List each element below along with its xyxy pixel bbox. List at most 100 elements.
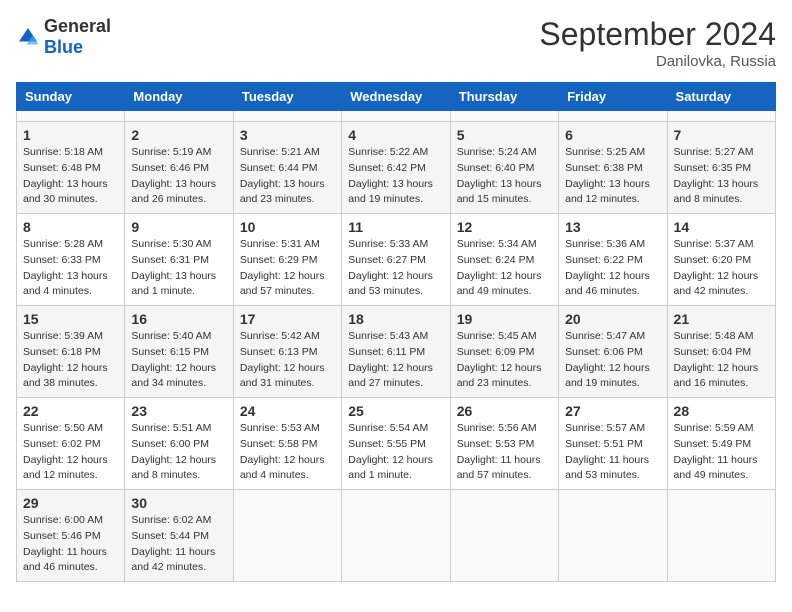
calendar-cell — [450, 111, 558, 122]
day-number: 14 — [674, 219, 769, 235]
calendar-cell: 12Sunrise: 5:34 AMSunset: 6:24 PMDayligh… — [450, 214, 558, 306]
calendar-cell: 29 Sunrise: 6:00 AMSunset: 5:46 PMDayligh… — [17, 490, 125, 582]
day-info: Sunrise: 5:37 AMSunset: 6:20 PMDaylight:… — [674, 237, 769, 300]
day-info: Sunrise: 5:21 AMSunset: 6:44 PMDaylight:… — [240, 145, 335, 208]
calendar-cell: 30 Sunrise: 6:02 AMSunset: 5:44 PMDayligh… — [125, 490, 233, 582]
calendar-week-2: 1 Sunrise: 5:18 AMSunset: 6:48 PMDaylight… — [17, 122, 776, 214]
day-number: 16 — [131, 311, 226, 327]
day-info: Sunrise: 5:50 AMSunset: 6:02 PMDaylight:… — [23, 421, 118, 484]
calendar-cell: 27Sunrise: 5:57 AMSunset: 5:51 PMDayligh… — [559, 398, 667, 490]
weekday-header-sunday: Sunday — [17, 83, 125, 111]
calendar-cell: 6 Sunrise: 5:25 AMSunset: 6:38 PMDaylight… — [559, 122, 667, 214]
weekday-header-wednesday: Wednesday — [342, 83, 450, 111]
day-number: 28 — [674, 403, 769, 419]
day-info: Sunrise: 5:40 AMSunset: 6:15 PMDaylight:… — [131, 329, 226, 392]
day-info: Sunrise: 5:28 AMSunset: 6:33 PMDaylight:… — [23, 237, 118, 300]
month-title: September 2024 — [539, 16, 776, 53]
calendar-week-5: 22 Sunrise: 5:50 AMSunset: 6:02 PMDayligh… — [17, 398, 776, 490]
calendar-cell: 4 Sunrise: 5:22 AMSunset: 6:42 PMDaylight… — [342, 122, 450, 214]
day-info: Sunrise: 5:31 AMSunset: 6:29 PMDaylight:… — [240, 237, 335, 300]
day-info: Sunrise: 5:33 AMSunset: 6:27 PMDaylight:… — [348, 237, 443, 300]
calendar-cell: 17 Sunrise: 5:42 AMSunset: 6:13 PMDayligh… — [233, 306, 341, 398]
calendar-cell: 13Sunrise: 5:36 AMSunset: 6:22 PMDayligh… — [559, 214, 667, 306]
day-info: Sunrise: 5:48 AMSunset: 6:04 PMDaylight:… — [674, 329, 769, 392]
day-number: 6 — [565, 127, 660, 143]
day-number: 17 — [240, 311, 335, 327]
calendar-cell: 24Sunrise: 5:53 AMSunset: 5:58 PMDayligh… — [233, 398, 341, 490]
calendar-cell — [667, 490, 775, 582]
weekday-header-row: SundayMondayTuesdayWednesdayThursdayFrid… — [17, 83, 776, 111]
calendar-cell: 22 Sunrise: 5:50 AMSunset: 6:02 PMDayligh… — [17, 398, 125, 490]
calendar-cell: 7 Sunrise: 5:27 AMSunset: 6:35 PMDaylight… — [667, 122, 775, 214]
day-number: 21 — [674, 311, 769, 327]
calendar-cell: 15 Sunrise: 5:39 AMSunset: 6:18 PMDayligh… — [17, 306, 125, 398]
calendar-cell: 10 Sunrise: 5:31 AMSunset: 6:29 PMDayligh… — [233, 214, 341, 306]
location: Danilovka, Russia — [539, 53, 776, 70]
day-info: Sunrise: 6:00 AMSunset: 5:46 PMDaylight:… — [23, 513, 118, 576]
day-number: 19 — [457, 311, 552, 327]
day-number: 25 — [348, 403, 443, 419]
day-info: Sunrise: 5:22 AMSunset: 6:42 PMDaylight:… — [348, 145, 443, 208]
day-info: Sunrise: 5:25 AMSunset: 6:38 PMDaylight:… — [565, 145, 660, 208]
calendar-cell: 25 Sunrise: 5:54 AMSunset: 5:55 PMDayligh… — [342, 398, 450, 490]
weekday-header-tuesday: Tuesday — [233, 83, 341, 111]
logo-blue: Blue — [44, 37, 83, 57]
calendar-cell: 21 Sunrise: 5:48 AMSunset: 6:04 PMDayligh… — [667, 306, 775, 398]
page-header: General Blue September 2024 Danilovka, R… — [16, 16, 776, 70]
day-number: 18 — [348, 311, 443, 327]
day-number: 15 — [23, 311, 118, 327]
calendar-cell: 5 Sunrise: 5:24 AMSunset: 6:40 PMDaylight… — [450, 122, 558, 214]
day-info: Sunrise: 5:34 AMSunset: 6:24 PMDaylight:… — [457, 237, 552, 300]
day-info: Sunrise: 5:51 AMSunset: 6:00 PMDaylight:… — [131, 421, 226, 484]
calendar-cell: 26Sunrise: 5:56 AMSunset: 5:53 PMDayligh… — [450, 398, 558, 490]
day-info: Sunrise: 5:54 AMSunset: 5:55 PMDaylight:… — [348, 421, 443, 484]
weekday-header-thursday: Thursday — [450, 83, 558, 111]
calendar-week-4: 15 Sunrise: 5:39 AMSunset: 6:18 PMDayligh… — [17, 306, 776, 398]
day-number: 23 — [131, 403, 226, 419]
calendar-cell — [233, 490, 341, 582]
calendar-cell: 11 Sunrise: 5:33 AMSunset: 6:27 PMDayligh… — [342, 214, 450, 306]
day-number: 26 — [457, 403, 552, 419]
day-info: Sunrise: 5:57 AMSunset: 5:51 PMDaylight:… — [565, 421, 660, 484]
calendar-cell: 2 Sunrise: 5:19 AMSunset: 6:46 PMDaylight… — [125, 122, 233, 214]
logo-icon — [16, 25, 40, 49]
calendar-cell: 18Sunrise: 5:43 AMSunset: 6:11 PMDayligh… — [342, 306, 450, 398]
calendar-cell — [342, 490, 450, 582]
day-info: Sunrise: 5:59 AMSunset: 5:49 PMDaylight:… — [674, 421, 769, 484]
day-number: 22 — [23, 403, 118, 419]
day-info: Sunrise: 5:27 AMSunset: 6:35 PMDaylight:… — [674, 145, 769, 208]
day-info: Sunrise: 5:47 AMSunset: 6:06 PMDaylight:… — [565, 329, 660, 392]
logo-general: General — [44, 16, 111, 36]
day-number: 1 — [23, 127, 118, 143]
day-number: 20 — [565, 311, 660, 327]
day-number: 7 — [674, 127, 769, 143]
weekday-header-saturday: Saturday — [667, 83, 775, 111]
calendar-cell: 19Sunrise: 5:45 AMSunset: 6:09 PMDayligh… — [450, 306, 558, 398]
day-info: Sunrise: 5:19 AMSunset: 6:46 PMDaylight:… — [131, 145, 226, 208]
calendar-cell: 9Sunrise: 5:30 AMSunset: 6:31 PMDaylight… — [125, 214, 233, 306]
calendar-cell: 3Sunrise: 5:21 AMSunset: 6:44 PMDaylight… — [233, 122, 341, 214]
day-info: Sunrise: 5:18 AMSunset: 6:48 PMDaylight:… — [23, 145, 118, 208]
day-number: 29 — [23, 495, 118, 511]
day-number: 11 — [348, 219, 443, 235]
day-number: 30 — [131, 495, 226, 511]
day-info: Sunrise: 5:24 AMSunset: 6:40 PMDaylight:… — [457, 145, 552, 208]
day-info: Sunrise: 5:42 AMSunset: 6:13 PMDaylight:… — [240, 329, 335, 392]
day-number: 5 — [457, 127, 552, 143]
day-number: 24 — [240, 403, 335, 419]
day-number: 2 — [131, 127, 226, 143]
calendar-cell: 14 Sunrise: 5:37 AMSunset: 6:20 PMDayligh… — [667, 214, 775, 306]
calendar-cell — [342, 111, 450, 122]
weekday-header-friday: Friday — [559, 83, 667, 111]
calendar-cell: 28 Sunrise: 5:59 AMSunset: 5:49 PMDayligh… — [667, 398, 775, 490]
day-number: 10 — [240, 219, 335, 235]
calendar-week-3: 8Sunrise: 5:28 AMSunset: 6:33 PMDaylight… — [17, 214, 776, 306]
calendar-table: SundayMondayTuesdayWednesdayThursdayFrid… — [16, 82, 776, 582]
day-info: Sunrise: 5:39 AMSunset: 6:18 PMDaylight:… — [23, 329, 118, 392]
day-number: 4 — [348, 127, 443, 143]
day-info: Sunrise: 6:02 AMSunset: 5:44 PMDaylight:… — [131, 513, 226, 576]
calendar-week-6: 29 Sunrise: 6:00 AMSunset: 5:46 PMDayligh… — [17, 490, 776, 582]
title-block: September 2024 Danilovka, Russia — [539, 16, 776, 70]
day-number: 9 — [131, 219, 226, 235]
day-info: Sunrise: 5:36 AMSunset: 6:22 PMDaylight:… — [565, 237, 660, 300]
